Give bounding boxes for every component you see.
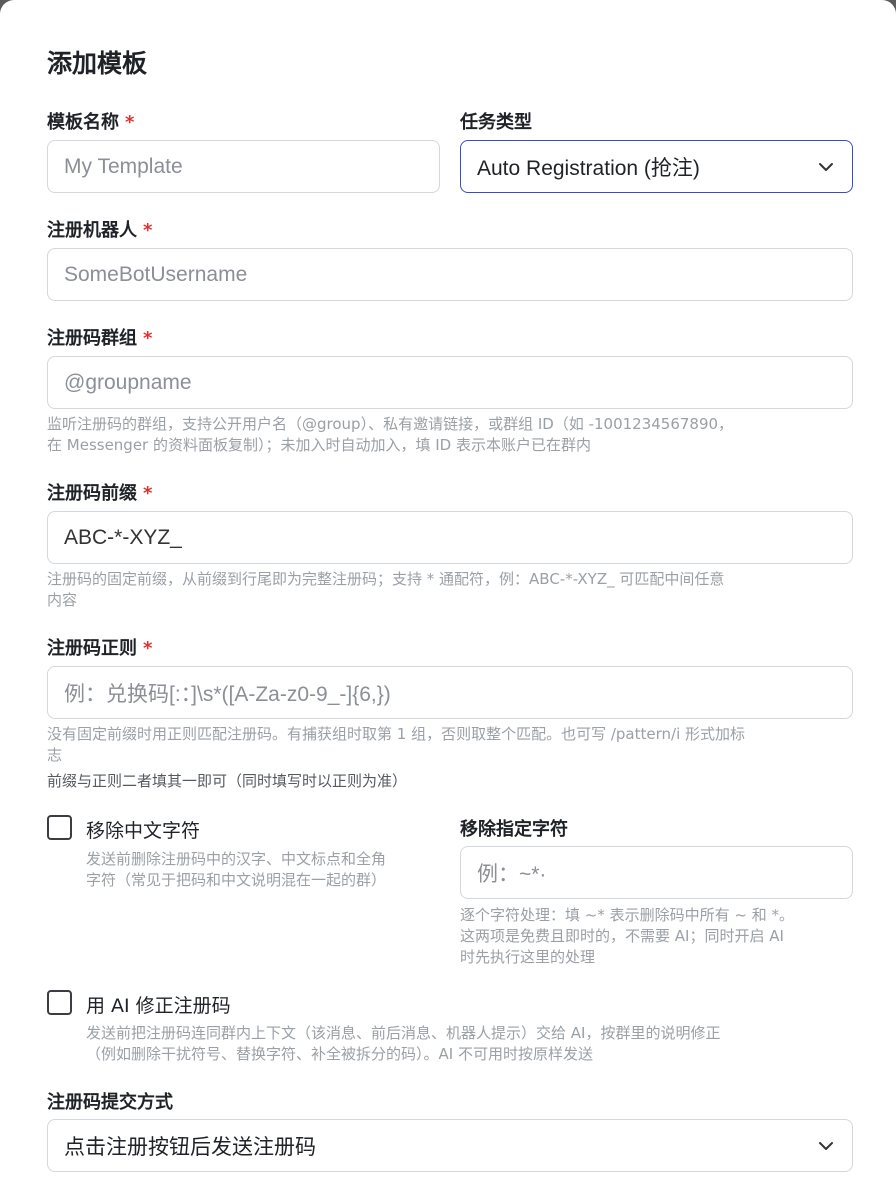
regex-help: 没有固定前缀时用正则匹配注册码。有捕获组时取第 1 组，否则取整个匹配。也可写 …	[47, 724, 867, 766]
regex-help-line: 志	[47, 746, 63, 764]
ai-fix-help-line: 发送前把注册码连同群内上下文（该消息、前后消息、机器人提示）交给 AI，按群里的…	[86, 1024, 721, 1042]
group-label-text: 注册码群组	[47, 328, 137, 349]
group-placeholder: @groupname	[64, 370, 192, 394]
template-name-placeholder: My Template	[64, 154, 183, 178]
prefix-help-line: 内容	[47, 591, 78, 609]
bot-username-input[interactable]: SomeBotUsername	[47, 248, 853, 301]
required-marker: *	[143, 483, 153, 504]
chevron-down-icon	[819, 162, 833, 171]
task-type-value: Auto Registration (抢注)	[477, 156, 700, 180]
prefix-label: 注册码前缀 *	[47, 479, 152, 505]
prefix-label-text: 注册码前缀	[47, 483, 137, 504]
remove-chinese-label[interactable]: 移除中文字符	[86, 816, 200, 843]
template-name-input[interactable]: My Template	[47, 140, 440, 193]
remove-chinese-checkbox[interactable]	[47, 815, 72, 840]
group-label: 注册码群组 *	[47, 324, 152, 350]
regex-placeholder: 例：兑换码[:：]\s*([A-Za-z0-9_-]{6,})	[64, 682, 391, 706]
task-type-label: 任务类型	[460, 112, 532, 133]
remove-chars-input[interactable]: 例：~*·	[460, 846, 853, 899]
remove-chars-help-line: 这两项是免费且即时的，不需要 AI；同时开启 AI	[460, 927, 784, 945]
chevron-down-icon	[819, 1141, 833, 1150]
remove-chinese-help-line: 发送前删除注册码中的汉字、中文标点和全角	[86, 850, 387, 868]
required-marker: *	[143, 638, 153, 659]
ai-fix-label[interactable]: 用 AI 修正注册码	[86, 991, 231, 1018]
remove-chinese-help: 发送前删除注册码中的汉字、中文标点和全角 字符（常见于把码和中文说明混在一起的群…	[86, 849, 446, 891]
prefix-help: 注册码的固定前缀，从前缀到行尾即为完整注册码；支持 * 通配符，例：ABC-*-…	[47, 569, 867, 611]
group-input[interactable]: @groupname	[47, 356, 853, 409]
prefix-help-line: 注册码的固定前缀，从前缀到行尾即为完整注册码；支持 * 通配符，例：ABC-*-…	[47, 570, 725, 588]
group-help-line: 监听注册码的群组，支持公开用户名（@group）、私有邀请链接，或群组 ID（如…	[47, 415, 734, 433]
prefix-value: ABC-*-XYZ_	[64, 525, 182, 549]
remove-chars-help: 逐个字符处理：填 ~* 表示删除码中所有 ~ 和 *。 这两项是免费且即时的，不…	[460, 905, 860, 968]
remove-chinese-help-line: 字符（常见于把码和中文说明混在一起的群）	[86, 871, 387, 889]
regex-input[interactable]: 例：兑换码[:：]\s*([A-Za-z0-9_-]{6,})	[47, 666, 853, 719]
task-type-select[interactable]: Auto Registration (抢注)	[460, 140, 853, 193]
ai-fix-help-line: （例如删除干扰符号、替换字符、补全被拆分的码）。AI 不可用时按原样发送	[86, 1045, 593, 1063]
submit-mode-label: 注册码提交方式	[47, 1092, 173, 1113]
remove-chars-placeholder: 例：~*·	[477, 862, 547, 886]
regex-note: 前缀与正则二者填其一即可（同时填写时以正则为准）	[47, 772, 408, 790]
submit-mode-value: 点击注册按钮后发送注册码	[64, 1135, 316, 1159]
submit-mode-select[interactable]: 点击注册按钮后发送注册码	[47, 1119, 853, 1172]
regex-label: 注册码正则 *	[47, 634, 152, 660]
ai-fix-checkbox[interactable]	[47, 990, 72, 1015]
bot-label-text: 注册机器人	[47, 220, 137, 241]
remove-chars-help-line: 逐个字符处理：填 ~* 表示删除码中所有 ~ 和 *。	[460, 906, 794, 924]
remove-chars-label: 移除指定字符	[460, 819, 568, 840]
regex-label-text: 注册码正则	[47, 638, 137, 659]
required-marker: *	[143, 328, 153, 349]
bot-username-placeholder: SomeBotUsername	[64, 262, 248, 286]
regex-help-line: 没有固定前缀时用正则匹配注册码。有捕获组时取第 1 组，否则取整个匹配。也可写 …	[47, 725, 746, 743]
required-marker: *	[125, 112, 135, 133]
required-marker: *	[143, 220, 153, 241]
group-help: 监听注册码的群组，支持公开用户名（@group）、私有邀请链接，或群组 ID（如…	[47, 414, 867, 456]
group-help-line: 在 Messenger 的资料面板复制）；未加入时自动加入，填 ID 表示本账户…	[47, 436, 592, 454]
remove-chars-help-line: 时先执行这里的处理	[460, 948, 596, 966]
template-name-label: 模板名称 *	[47, 108, 134, 134]
dialog-title: 添加模板	[47, 49, 148, 78]
ai-fix-help: 发送前把注册码连同群内上下文（该消息、前后消息、机器人提示）交给 AI，按群里的…	[86, 1023, 876, 1065]
prefix-input[interactable]: ABC-*-XYZ_	[47, 511, 853, 564]
bot-label: 注册机器人 *	[47, 216, 152, 242]
template-name-label-text: 模板名称	[47, 112, 119, 133]
add-template-dialog: 添加模板 模板名称 * My Template 任务类型 Auto Registr…	[0, 0, 896, 1178]
